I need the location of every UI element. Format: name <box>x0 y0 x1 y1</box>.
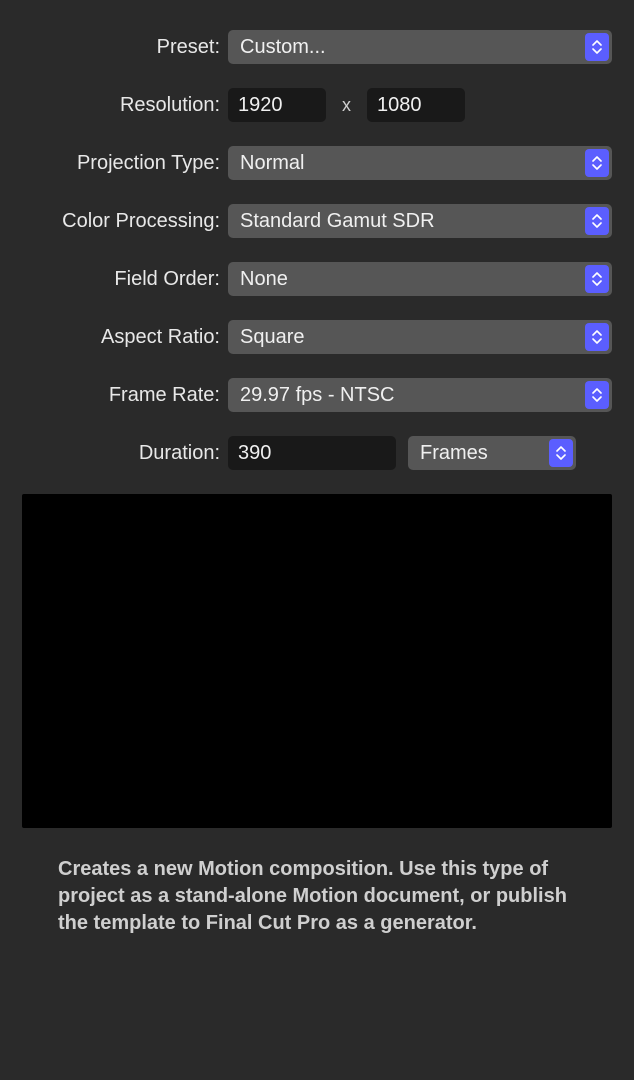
framerate-select[interactable]: 29.97 fps - NTSC <box>228 378 612 412</box>
preset-value: Custom... <box>240 36 326 59</box>
row-projection: Projection Type: Normal <box>14 146 612 180</box>
preview-area <box>22 494 612 828</box>
settings-form: Preset: Custom... Resolution: x Projecti… <box>0 0 634 470</box>
duration-input[interactable] <box>228 436 396 470</box>
resolution-width-input[interactable] <box>228 88 326 122</box>
label-duration: Duration: <box>14 442 228 465</box>
row-resolution: Resolution: x <box>14 88 612 122</box>
resolution-height-input[interactable] <box>367 88 465 122</box>
field-aspect: Square <box>228 320 612 354</box>
row-framerate: Frame Rate: 29.97 fps - NTSC <box>14 378 612 412</box>
field-preset: Custom... <box>228 30 612 64</box>
row-preset: Preset: Custom... <box>14 30 612 64</box>
up-down-icon <box>585 381 609 409</box>
field-field: None <box>228 262 612 296</box>
up-down-icon <box>585 323 609 351</box>
aspect-value: Square <box>240 326 305 349</box>
description-text: Creates a new Motion composition. Use th… <box>0 828 634 937</box>
field-color: Standard Gamut SDR <box>228 204 612 238</box>
duration-unit-select[interactable]: Frames <box>408 436 576 470</box>
row-color: Color Processing: Standard Gamut SDR <box>14 204 612 238</box>
aspect-select[interactable]: Square <box>228 320 612 354</box>
up-down-icon <box>549 439 573 467</box>
up-down-icon <box>585 33 609 61</box>
label-color: Color Processing: <box>14 210 228 233</box>
field-order-value: None <box>240 268 288 291</box>
up-down-icon <box>585 149 609 177</box>
field-framerate: 29.97 fps - NTSC <box>228 378 612 412</box>
label-field: Field Order: <box>14 268 228 291</box>
row-duration: Duration: Frames <box>14 436 612 470</box>
framerate-value: 29.97 fps - NTSC <box>240 384 395 407</box>
color-select[interactable]: Standard Gamut SDR <box>228 204 612 238</box>
resolution-separator: x <box>338 95 355 116</box>
projection-value: Normal <box>240 152 304 175</box>
row-aspect: Aspect Ratio: Square <box>14 320 612 354</box>
field-projection: Normal <box>228 146 612 180</box>
up-down-icon <box>585 207 609 235</box>
preset-select[interactable]: Custom... <box>228 30 612 64</box>
color-value: Standard Gamut SDR <box>240 210 435 233</box>
label-projection: Projection Type: <box>14 152 228 175</box>
label-framerate: Frame Rate: <box>14 384 228 407</box>
projection-select[interactable]: Normal <box>228 146 612 180</box>
field-resolution: x <box>228 88 612 122</box>
up-down-icon <box>585 265 609 293</box>
label-resolution: Resolution: <box>14 94 228 117</box>
duration-unit-value: Frames <box>420 442 488 465</box>
field-order-select[interactable]: None <box>228 262 612 296</box>
field-duration: Frames <box>228 436 612 470</box>
row-field: Field Order: None <box>14 262 612 296</box>
label-aspect: Aspect Ratio: <box>14 326 228 349</box>
label-preset: Preset: <box>14 36 228 59</box>
